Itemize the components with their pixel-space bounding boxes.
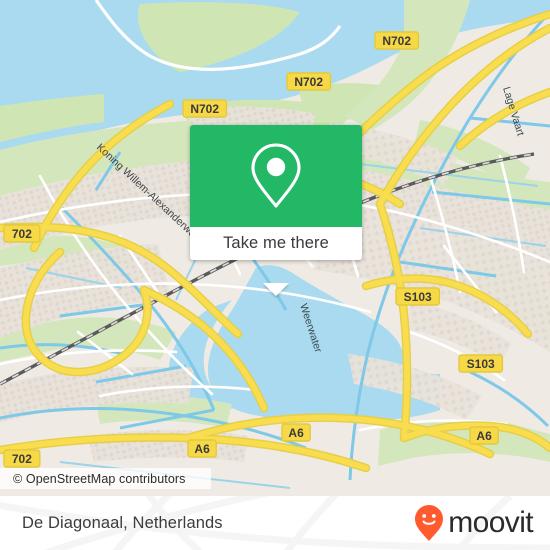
place-title: De Diagonaal, Netherlands [22, 496, 223, 550]
road-shield: A6 [281, 423, 311, 442]
road-shield: N702 [286, 72, 332, 91]
attribution-text: © OpenStreetMap contributors [13, 471, 186, 486]
road-shield: A6 [469, 426, 499, 445]
road-shield: N702 [182, 99, 228, 118]
road-shield-label: S103 [467, 357, 495, 371]
road-shield: 702 [3, 224, 41, 243]
road-shield: S103 [395, 287, 441, 306]
road-shield-label: 702 [12, 452, 32, 466]
take-me-there-label: Take me there [223, 234, 329, 252]
popup-pin-area [190, 125, 362, 227]
road-shield: A6 [187, 439, 217, 458]
road-shield: 702 [3, 449, 41, 468]
moovit-logo[interactable]: moovit [414, 496, 534, 550]
road-shield-label: A6 [288, 426, 304, 440]
map-attribution[interactable]: © OpenStreetMap contributors [0, 468, 211, 489]
moovit-map-screenshot: Weerwater Lage Vaart Koning Willem-Alexand… [0, 0, 550, 550]
location-popup-card[interactable]: Take me there [190, 125, 362, 296]
road-shield: N702 [374, 31, 420, 50]
road-shield-label: N702 [190, 102, 219, 116]
popup-pointer [263, 283, 289, 296]
map-canvas[interactable]: Weerwater Lage Vaart Koning Willem-Alexand… [0, 0, 550, 496]
take-me-there-button[interactable]: Take me there [190, 227, 362, 260]
road-shield-label: N702 [294, 75, 323, 89]
moovit-wordmark: moovit [448, 506, 533, 539]
moovit-pin-smiley-icon [415, 505, 444, 541]
road-shield-label: S103 [404, 290, 432, 304]
map-pin-icon [251, 143, 301, 208]
bottom-info-bar: De Diagonaal, Netherlands moovit [0, 496, 550, 550]
road-shield-label: 702 [12, 227, 32, 241]
road-shield-label: N702 [382, 34, 411, 48]
place-title-text: De Diagonaal, Netherlands [22, 513, 223, 532]
road-shield-label: A6 [194, 442, 210, 456]
road-shield: S103 [458, 354, 504, 373]
road-shield-label: A6 [476, 429, 492, 443]
